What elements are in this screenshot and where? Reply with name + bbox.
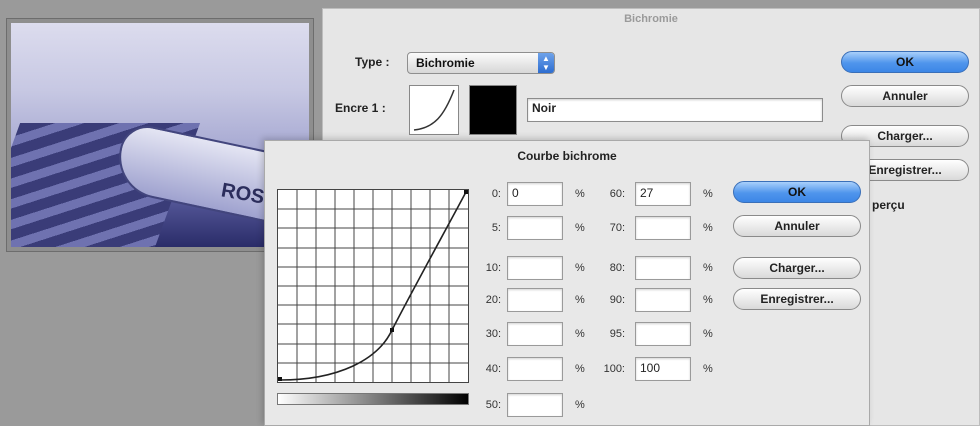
pct-field-60[interactable]: 27	[635, 182, 691, 206]
pct-sign: %	[703, 328, 713, 340]
pct-label-10: 10:	[485, 262, 501, 274]
pct-field-30[interactable]	[507, 322, 563, 346]
pct-label-90: 90:	[609, 294, 625, 306]
curve-point-0	[278, 377, 282, 381]
curve-point-100	[464, 190, 468, 194]
type-label: Type :	[355, 55, 390, 69]
pct-label-100: 100:	[603, 363, 625, 375]
curve-cancel-button[interactable]: Annuler	[733, 215, 861, 237]
curve-graph-svg	[278, 190, 468, 382]
pct-field-80[interactable]	[635, 256, 691, 280]
bg-cancel-button[interactable]: Annuler	[841, 85, 969, 107]
pct-field-0[interactable]: 0	[507, 182, 563, 206]
bichromie-dialog-title: Bichromie	[624, 13, 678, 25]
pct-sign: %	[703, 262, 713, 274]
pct-label-20: 20:	[485, 294, 501, 306]
ink-name-field[interactable]: Noir	[527, 98, 823, 122]
pct-label-60: 60:	[609, 188, 625, 200]
pct-field-95[interactable]	[635, 322, 691, 346]
pct-label-70: 70:	[609, 222, 625, 234]
pct-field-20[interactable]	[507, 288, 563, 312]
select-arrows-icon: ▲ ▼	[538, 53, 554, 73]
pct-sign: %	[575, 262, 585, 274]
curve-point-60	[390, 328, 394, 332]
curve-dialog-title: Courbe bichrome	[517, 149, 617, 163]
pct-sign: %	[703, 294, 713, 306]
ink-color-swatch[interactable]	[469, 85, 517, 135]
curve-thumbnail-icon	[413, 89, 455, 131]
pct-sign: %	[575, 294, 585, 306]
pct-sign: %	[575, 363, 585, 375]
pct-field-90[interactable]	[635, 288, 691, 312]
curve-load-button[interactable]: Charger...	[733, 257, 861, 279]
pct-label-0: 0:	[491, 188, 501, 200]
type-select[interactable]: Bichromie ▲ ▼	[407, 52, 555, 74]
pct-sign: %	[703, 222, 713, 234]
pct-sign: %	[575, 399, 585, 411]
pct-sign: %	[575, 222, 585, 234]
pct-label-80: 80:	[609, 262, 625, 274]
pct-label-5: 5:	[491, 222, 501, 234]
pct-field-10[interactable]	[507, 256, 563, 280]
curve-ok-button[interactable]: OK	[733, 181, 861, 203]
type-select-value: Bichromie	[416, 56, 475, 70]
curve-graph[interactable]	[277, 189, 469, 383]
pct-field-40[interactable]	[507, 357, 563, 381]
preview-checkbox-label[interactable]: perçu	[872, 198, 905, 212]
pct-field-50[interactable]	[507, 393, 563, 417]
pct-label-50: 50:	[485, 399, 501, 411]
curve-save-button[interactable]: Enregistrer...	[733, 288, 861, 310]
pct-field-5[interactable]	[507, 216, 563, 240]
pct-label-40: 40:	[485, 363, 501, 375]
pct-sign: %	[703, 188, 713, 200]
pct-label-30: 30:	[485, 328, 501, 340]
pct-label-95: 95:	[609, 328, 625, 340]
bg-ok-button[interactable]: OK	[841, 51, 969, 73]
pct-sign: %	[575, 188, 585, 200]
ink-curve-thumbnail[interactable]	[409, 85, 459, 135]
pct-sign: %	[575, 328, 585, 340]
duotone-curve-dialog: Courbe bichrome 0: 0 % 5: % 10: % 20: % …	[264, 140, 870, 426]
tone-gradient-bar	[277, 393, 469, 405]
pct-field-100[interactable]: 100	[635, 357, 691, 381]
pct-field-70[interactable]	[635, 216, 691, 240]
ink-1-label: Encre 1 :	[335, 101, 386, 115]
pct-sign: %	[703, 363, 713, 375]
